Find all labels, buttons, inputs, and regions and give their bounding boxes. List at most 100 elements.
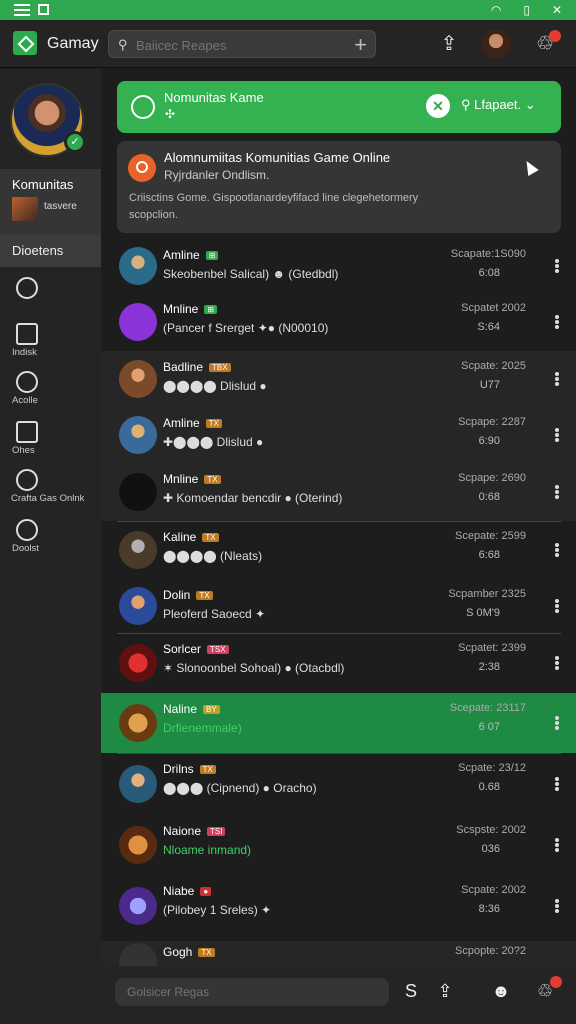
server-description: ✶ Slonoonbel Sohoal) ● (Otacbdl) xyxy=(163,661,345,675)
sidebar-section[interactable]: Dioetens xyxy=(0,235,101,267)
community-banner[interactable]: Nomunitas Kame ✣ ✕ ⚲ Lfapaet. ⌄ xyxy=(117,81,561,133)
sidebar-item-indisk[interactable]: Indisk xyxy=(0,321,101,367)
user-avatar[interactable] xyxy=(481,29,511,59)
list-item[interactable]: Mnline ⊞ (Pancer f Srerget ✦● (N00010) Scpa… xyxy=(101,293,576,351)
emoji-icon[interactable]: ☻ xyxy=(489,979,513,1003)
more-options-icon[interactable] xyxy=(555,599,559,613)
sidebar-item-ohes[interactable]: Ohes xyxy=(0,419,101,465)
server-avatar xyxy=(119,303,157,341)
server-date: Scpatet: 2399 xyxy=(458,642,526,654)
sidebar-item-label: Indisk xyxy=(12,347,37,358)
battery-icon: ▯ xyxy=(523,3,530,17)
sidebar-item-label: Acolle xyxy=(12,395,38,406)
server-description: ✚⬤⬤⬤ Dlislud ● xyxy=(163,435,264,449)
more-options-icon[interactable] xyxy=(555,838,559,852)
list-item[interactable]: Badline TBX ⬤⬤⬤⬤ Dlislud ● Scpate: 2025 U77 xyxy=(101,351,576,407)
card-subtitle: Ryjrdanler Ondlism. xyxy=(164,168,270,182)
server-date: Scepate: 2599 xyxy=(455,530,526,542)
wifi-icon: ◠ xyxy=(490,3,502,17)
server-name-text: Amline xyxy=(163,248,200,262)
list-item[interactable]: Amline TX ✚⬤⬤⬤ Dlislud ● Scpape: 2287 6:90 xyxy=(101,407,576,463)
message-input[interactable] xyxy=(115,978,389,1006)
server-name-text: Niabe xyxy=(163,884,195,898)
list-item[interactable]: Sorlcer TSX ✶ Slonoonbel Sohoal) ● (Otacbd… xyxy=(101,633,576,693)
list-item[interactable]: Mnline TX ✚ Komoendar bencdir ● (Oterind) S… xyxy=(101,463,576,521)
server-date: Scapate:1S090 xyxy=(450,248,526,260)
server-tag: BY xyxy=(203,705,220,715)
game-icon xyxy=(16,469,38,491)
server-name: Amline ⊞ xyxy=(163,248,219,262)
search-icon: ⚲ xyxy=(118,37,128,52)
list-item[interactable]: Amline ⊞ Skeobenbel Salical) ☻ (Gtedbdl) Sc… xyxy=(101,239,576,293)
server-avatar xyxy=(119,360,157,398)
cloud-icon xyxy=(16,371,38,393)
server-name: Mnline TX xyxy=(163,472,221,486)
server-time: 0.68 xyxy=(478,781,500,793)
server-time: 6:90 xyxy=(478,435,500,447)
search-input[interactable] xyxy=(136,36,336,54)
share-icon[interactable]: ⇪ xyxy=(433,979,457,1003)
more-options-icon[interactable] xyxy=(555,428,559,442)
server-date: Scpamber 2325 xyxy=(448,588,526,600)
server-description: ⬤⬤⬤⬤ (Nleats) xyxy=(163,549,263,563)
more-options-icon[interactable] xyxy=(555,777,559,791)
sidebar-item-komunitas[interactable]: Komunitas tasvere xyxy=(0,169,113,235)
server-name: Gogh TX xyxy=(163,945,215,959)
more-options-icon[interactable] xyxy=(555,372,559,386)
add-icon[interactable]: + xyxy=(354,32,367,58)
server-tag: TX xyxy=(205,419,222,429)
sidebar-item-sublabel: tasvere xyxy=(44,201,77,212)
banner-subtitle: ✣ xyxy=(165,107,176,121)
list-item[interactable]: Kaline TX ⬤⬤⬤⬤ (Nleats) Scepate: 2599 6:68 xyxy=(101,521,576,579)
sidebar-item-acolle[interactable]: Acolle xyxy=(0,369,101,415)
list-item[interactable]: Naline BY Drfienemmale) Scepate: 23117 6 07 xyxy=(101,693,576,753)
filter-dropdown[interactable]: ⚲ Lfapaet. ⌄ xyxy=(461,97,536,113)
more-options-icon[interactable] xyxy=(555,716,559,730)
menu-icon[interactable] xyxy=(14,4,30,16)
more-options-icon[interactable] xyxy=(555,259,559,273)
share-icon[interactable]: ⇪ xyxy=(437,32,461,56)
more-options-icon[interactable] xyxy=(555,543,559,557)
status-bar: ◠ ▯ ✕ xyxy=(0,0,576,20)
server-description: (Pancer f Srerget ✦● (N00010) xyxy=(163,321,329,335)
close-icon[interactable]: ✕ xyxy=(426,94,450,118)
server-tag: ⊞ xyxy=(204,305,218,315)
list-item[interactable]: Niabe ● (Pilobey 1 Sreles) ✦ Scpate: 2002 8:… xyxy=(101,875,576,937)
check-icon: ✓ xyxy=(64,131,86,153)
server-avatar xyxy=(119,826,157,864)
list-item[interactable]: Dolin TX Pleoferd Saoecd ✦ Scpamber 2325 S 0… xyxy=(101,579,576,633)
server-name-text: Kaline xyxy=(163,530,197,544)
sidebar-item-crafta[interactable]: Crafta Gas Onlnk xyxy=(0,467,101,513)
list-item[interactable]: Drilns TX ⬤⬤⬤ (Cipnend) ● Oracho) Scpate: 2… xyxy=(101,753,576,815)
server-tag: TBX xyxy=(209,363,231,373)
server-tag: TX xyxy=(198,948,215,958)
cursor-icon xyxy=(521,157,539,177)
server-name-text: Naline xyxy=(163,702,198,716)
more-options-icon[interactable] xyxy=(555,315,559,329)
server-name-text: Mnline xyxy=(163,302,199,316)
server-date: Scpopte: 20?2 xyxy=(455,945,526,957)
server-name: Kaline TX xyxy=(163,530,219,544)
server-tag: TX xyxy=(199,765,216,775)
close-icon[interactable]: ✕ xyxy=(552,3,562,17)
server-avatar xyxy=(119,473,157,511)
server-time: 6 07 xyxy=(478,721,500,733)
server-description: ⬤⬤⬤⬤ Dlislud ● xyxy=(163,379,267,393)
more-options-icon[interactable] xyxy=(555,656,559,670)
info-card[interactable]: Alomnumiitas Komunitias Game Online Ryjr… xyxy=(117,141,561,233)
sidebar-item-doolst[interactable]: Doolst xyxy=(0,517,101,563)
server-avatar xyxy=(119,644,157,682)
share-icon xyxy=(16,323,38,345)
more-options-icon[interactable] xyxy=(555,485,559,499)
server-time: 6:68 xyxy=(478,549,500,561)
search-box[interactable]: ⚲ + xyxy=(108,30,376,58)
sidebar-item-explore[interactable] xyxy=(0,275,101,321)
server-description: ⬤⬤⬤ (Cipnend) ● Oracho) xyxy=(163,781,317,795)
server-time: 6:08 xyxy=(478,267,500,279)
filter-label: Lfapaet. xyxy=(474,97,522,112)
list-icon xyxy=(16,421,38,443)
list-item[interactable]: Naione TSI Nloame inmand) Scspste: 2002 036 xyxy=(101,815,576,875)
more-options-icon[interactable] xyxy=(555,899,559,913)
s-icon[interactable]: S xyxy=(399,979,423,1003)
server-name-text: Mnline xyxy=(163,472,199,486)
